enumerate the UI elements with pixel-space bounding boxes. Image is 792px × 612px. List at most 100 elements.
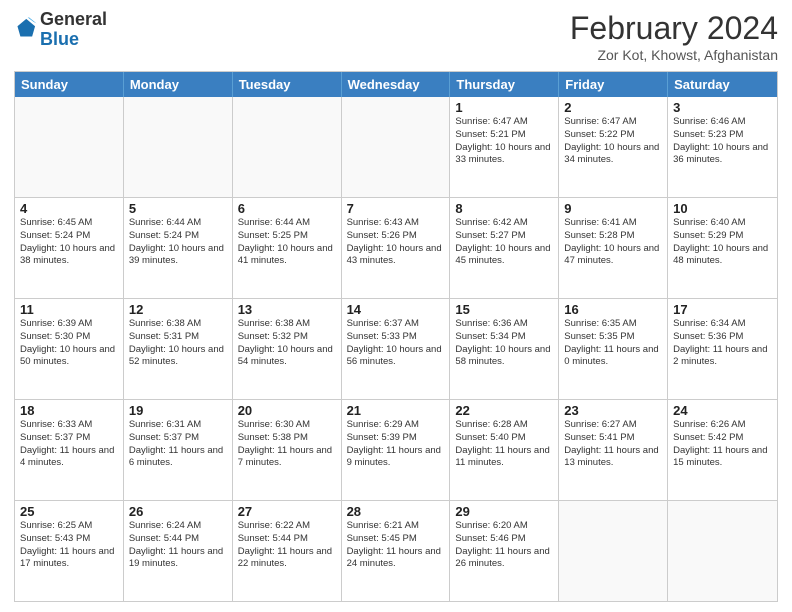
day-cell-8: 8 Sunrise: 6:42 AMSunset: 5:27 PMDayligh…: [450, 198, 559, 298]
day-cell-15: 15 Sunrise: 6:36 AMSunset: 5:34 PMDaylig…: [450, 299, 559, 399]
day-cell-21: 21 Sunrise: 6:29 AMSunset: 5:39 PMDaylig…: [342, 400, 451, 500]
day-info: Sunrise: 6:39 AMSunset: 5:30 PMDaylight:…: [20, 318, 118, 369]
logo-blue-text: Blue: [40, 29, 79, 49]
week-row-2: 4 Sunrise: 6:45 AMSunset: 5:24 PMDayligh…: [15, 197, 777, 298]
day-cell-18: 18 Sunrise: 6:33 AMSunset: 5:37 PMDaylig…: [15, 400, 124, 500]
header-wednesday: Wednesday: [342, 72, 451, 97]
day-cell-29: 29 Sunrise: 6:20 AMSunset: 5:46 PMDaylig…: [450, 501, 559, 601]
empty-cell-0-3: [342, 97, 451, 197]
day-number: 12: [129, 302, 227, 317]
day-info: Sunrise: 6:47 AMSunset: 5:21 PMDaylight:…: [455, 116, 553, 167]
day-number: 2: [564, 100, 662, 115]
header-thursday: Thursday: [450, 72, 559, 97]
day-cell-25: 25 Sunrise: 6:25 AMSunset: 5:43 PMDaylig…: [15, 501, 124, 601]
day-cell-12: 12 Sunrise: 6:38 AMSunset: 5:31 PMDaylig…: [124, 299, 233, 399]
day-info: Sunrise: 6:25 AMSunset: 5:43 PMDaylight:…: [20, 520, 118, 571]
day-info: Sunrise: 6:38 AMSunset: 5:32 PMDaylight:…: [238, 318, 336, 369]
header-friday: Friday: [559, 72, 668, 97]
day-cell-3: 3 Sunrise: 6:46 AMSunset: 5:23 PMDayligh…: [668, 97, 777, 197]
day-cell-16: 16 Sunrise: 6:35 AMSunset: 5:35 PMDaylig…: [559, 299, 668, 399]
day-number: 22: [455, 403, 553, 418]
location: Zor Kot, Khowst, Afghanistan: [570, 47, 778, 63]
day-number: 14: [347, 302, 445, 317]
day-info: Sunrise: 6:47 AMSunset: 5:22 PMDaylight:…: [564, 116, 662, 167]
day-cell-19: 19 Sunrise: 6:31 AMSunset: 5:37 PMDaylig…: [124, 400, 233, 500]
logo-icon: [16, 16, 38, 38]
day-number: 7: [347, 201, 445, 216]
day-cell-20: 20 Sunrise: 6:30 AMSunset: 5:38 PMDaylig…: [233, 400, 342, 500]
header: General Blue February 2024 Zor Kot, Khow…: [14, 10, 778, 63]
day-cell-17: 17 Sunrise: 6:34 AMSunset: 5:36 PMDaylig…: [668, 299, 777, 399]
day-info: Sunrise: 6:30 AMSunset: 5:38 PMDaylight:…: [238, 419, 336, 470]
week-row-3: 11 Sunrise: 6:39 AMSunset: 5:30 PMDaylig…: [15, 298, 777, 399]
day-number: 10: [673, 201, 772, 216]
day-info: Sunrise: 6:35 AMSunset: 5:35 PMDaylight:…: [564, 318, 662, 369]
day-number: 15: [455, 302, 553, 317]
day-cell-22: 22 Sunrise: 6:28 AMSunset: 5:40 PMDaylig…: [450, 400, 559, 500]
day-number: 26: [129, 504, 227, 519]
day-number: 21: [347, 403, 445, 418]
day-info: Sunrise: 6:37 AMSunset: 5:33 PMDaylight:…: [347, 318, 445, 369]
day-cell-7: 7 Sunrise: 6:43 AMSunset: 5:26 PMDayligh…: [342, 198, 451, 298]
day-cell-13: 13 Sunrise: 6:38 AMSunset: 5:32 PMDaylig…: [233, 299, 342, 399]
day-info: Sunrise: 6:26 AMSunset: 5:42 PMDaylight:…: [673, 419, 772, 470]
day-cell-6: 6 Sunrise: 6:44 AMSunset: 5:25 PMDayligh…: [233, 198, 342, 298]
day-info: Sunrise: 6:21 AMSunset: 5:45 PMDaylight:…: [347, 520, 445, 571]
day-info: Sunrise: 6:27 AMSunset: 5:41 PMDaylight:…: [564, 419, 662, 470]
day-number: 13: [238, 302, 336, 317]
title-section: February 2024 Zor Kot, Khowst, Afghanist…: [570, 10, 778, 63]
week-row-5: 25 Sunrise: 6:25 AMSunset: 5:43 PMDaylig…: [15, 500, 777, 601]
empty-cell-4-5: [559, 501, 668, 601]
week-row-4: 18 Sunrise: 6:33 AMSunset: 5:37 PMDaylig…: [15, 399, 777, 500]
day-info: Sunrise: 6:45 AMSunset: 5:24 PMDaylight:…: [20, 217, 118, 268]
day-info: Sunrise: 6:29 AMSunset: 5:39 PMDaylight:…: [347, 419, 445, 470]
day-info: Sunrise: 6:42 AMSunset: 5:27 PMDaylight:…: [455, 217, 553, 268]
day-info: Sunrise: 6:20 AMSunset: 5:46 PMDaylight:…: [455, 520, 553, 571]
day-number: 8: [455, 201, 553, 216]
header-saturday: Saturday: [668, 72, 777, 97]
logo: General Blue: [14, 10, 107, 50]
day-info: Sunrise: 6:24 AMSunset: 5:44 PMDaylight:…: [129, 520, 227, 571]
day-cell-24: 24 Sunrise: 6:26 AMSunset: 5:42 PMDaylig…: [668, 400, 777, 500]
day-info: Sunrise: 6:34 AMSunset: 5:36 PMDaylight:…: [673, 318, 772, 369]
day-info: Sunrise: 6:43 AMSunset: 5:26 PMDaylight:…: [347, 217, 445, 268]
day-number: 11: [20, 302, 118, 317]
day-cell-27: 27 Sunrise: 6:22 AMSunset: 5:44 PMDaylig…: [233, 501, 342, 601]
day-cell-14: 14 Sunrise: 6:37 AMSunset: 5:33 PMDaylig…: [342, 299, 451, 399]
day-info: Sunrise: 6:31 AMSunset: 5:37 PMDaylight:…: [129, 419, 227, 470]
header-monday: Monday: [124, 72, 233, 97]
day-info: Sunrise: 6:44 AMSunset: 5:25 PMDaylight:…: [238, 217, 336, 268]
day-cell-28: 28 Sunrise: 6:21 AMSunset: 5:45 PMDaylig…: [342, 501, 451, 601]
day-info: Sunrise: 6:38 AMSunset: 5:31 PMDaylight:…: [129, 318, 227, 369]
day-cell-9: 9 Sunrise: 6:41 AMSunset: 5:28 PMDayligh…: [559, 198, 668, 298]
day-info: Sunrise: 6:36 AMSunset: 5:34 PMDaylight:…: [455, 318, 553, 369]
day-number: 6: [238, 201, 336, 216]
calendar-header: Sunday Monday Tuesday Wednesday Thursday…: [15, 72, 777, 97]
day-number: 18: [20, 403, 118, 418]
day-cell-23: 23 Sunrise: 6:27 AMSunset: 5:41 PMDaylig…: [559, 400, 668, 500]
day-number: 23: [564, 403, 662, 418]
day-number: 5: [129, 201, 227, 216]
day-info: Sunrise: 6:46 AMSunset: 5:23 PMDaylight:…: [673, 116, 772, 167]
day-info: Sunrise: 6:33 AMSunset: 5:37 PMDaylight:…: [20, 419, 118, 470]
day-number: 9: [564, 201, 662, 216]
day-cell-5: 5 Sunrise: 6:44 AMSunset: 5:24 PMDayligh…: [124, 198, 233, 298]
calendar: Sunday Monday Tuesday Wednesday Thursday…: [14, 71, 778, 602]
empty-cell-0-0: [15, 97, 124, 197]
day-number: 29: [455, 504, 553, 519]
header-sunday: Sunday: [15, 72, 124, 97]
day-cell-26: 26 Sunrise: 6:24 AMSunset: 5:44 PMDaylig…: [124, 501, 233, 601]
day-number: 4: [20, 201, 118, 216]
day-info: Sunrise: 6:28 AMSunset: 5:40 PMDaylight:…: [455, 419, 553, 470]
header-tuesday: Tuesday: [233, 72, 342, 97]
day-number: 20: [238, 403, 336, 418]
day-number: 25: [20, 504, 118, 519]
day-cell-10: 10 Sunrise: 6:40 AMSunset: 5:29 PMDaylig…: [668, 198, 777, 298]
day-cell-4: 4 Sunrise: 6:45 AMSunset: 5:24 PMDayligh…: [15, 198, 124, 298]
week-row-1: 1 Sunrise: 6:47 AMSunset: 5:21 PMDayligh…: [15, 97, 777, 197]
empty-cell-0-1: [124, 97, 233, 197]
day-info: Sunrise: 6:44 AMSunset: 5:24 PMDaylight:…: [129, 217, 227, 268]
day-cell-1: 1 Sunrise: 6:47 AMSunset: 5:21 PMDayligh…: [450, 97, 559, 197]
day-cell-2: 2 Sunrise: 6:47 AMSunset: 5:22 PMDayligh…: [559, 97, 668, 197]
day-number: 17: [673, 302, 772, 317]
